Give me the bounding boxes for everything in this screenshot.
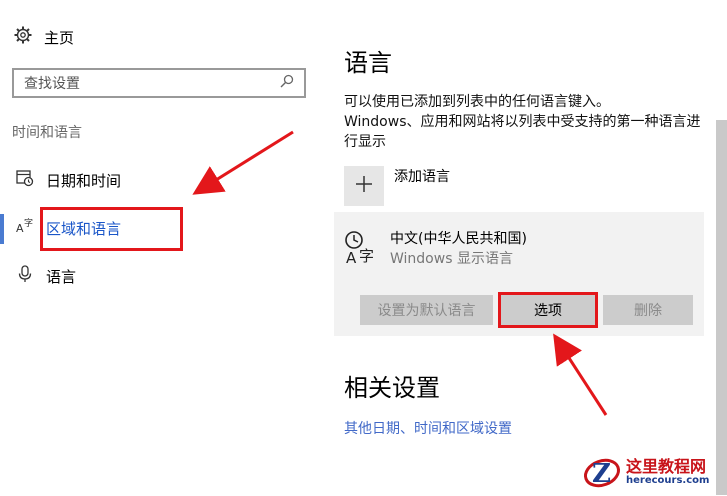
watermark-url: herecours.com: [626, 474, 710, 486]
annotation-arrow-options: [553, 333, 608, 416]
watermark-text: 这里教程网 herecours.com: [626, 458, 709, 487]
annotation-arrow-left: [192, 130, 294, 195]
watermark: Z 这里教程网 herecours.com: [582, 452, 709, 492]
annotation-arrows: [192, 130, 608, 416]
watermark-logo-icon: Z: [582, 452, 622, 492]
watermark-name: 这里教程网: [626, 456, 707, 476]
svg-text:Z: Z: [592, 459, 611, 489]
